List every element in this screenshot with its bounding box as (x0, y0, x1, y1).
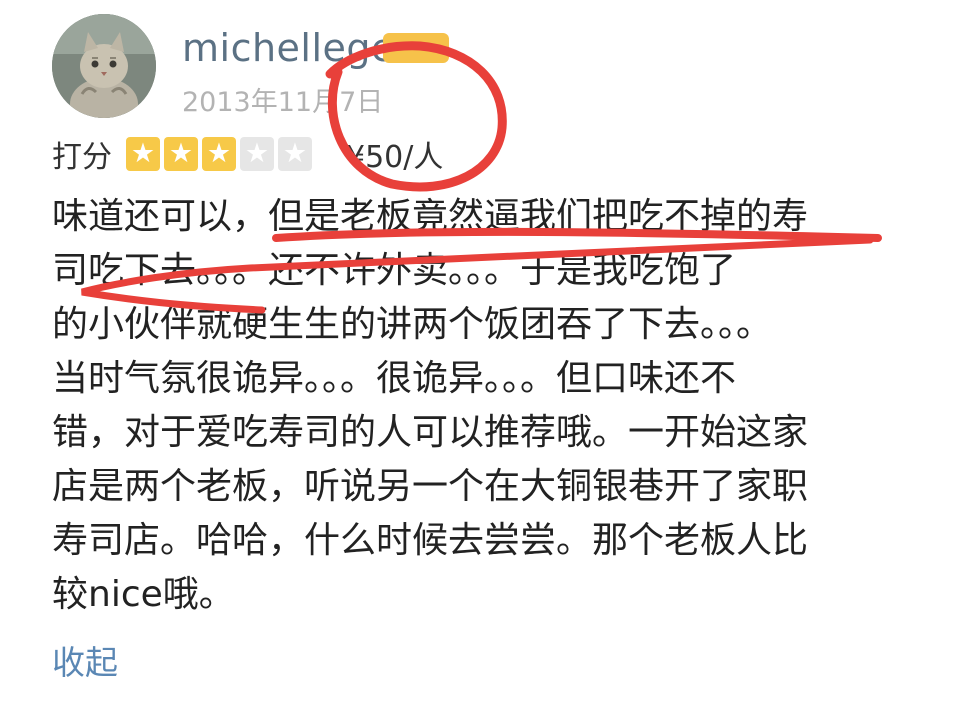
price-per-person: ¥50/人 (346, 140, 444, 175)
cat-avatar-image (52, 14, 156, 118)
review-text-line: 寿司店。哈哈，什么时候去尝尝。那个老板人比 (52, 520, 809, 561)
star-icon: ★ (126, 137, 160, 171)
review-date: 2013年11月7日 (182, 87, 384, 118)
username[interactable]: michellege (182, 26, 395, 70)
collapse-button[interactable]: 收起 (52, 636, 118, 684)
review-card: michellege 2013年11月7日 打分 ★ ★ ★ ★ ★ ¥50/人… (0, 0, 964, 726)
review-text-line: 司吃下去。。。还不许外卖。。。于是我吃饱了 (52, 250, 737, 291)
review-text-line: 的小伙伴就硬生生的讲两个饭团吞了下去。。。 (52, 304, 773, 345)
star-icon: ★ (240, 137, 274, 171)
review-text-line: 当时气氛很诡异。。。很诡异。。。但口味还不 (52, 358, 737, 399)
user-level-badge (383, 33, 449, 63)
star-icon: ★ (164, 137, 198, 171)
rating-row: 打分 ★ ★ ★ ★ ★ ¥50/人 (52, 134, 444, 175)
review-text-line: 较nice哦。 (52, 574, 235, 615)
review-text-line: 味道还可以，但是老板竟然逼我们把吃不掉的寿 (52, 196, 809, 237)
review-text-line: 错，对于爱吃寿司的人可以推荐哦。一开始这家 (52, 412, 809, 453)
star-icon: ★ (202, 137, 236, 171)
review-text-line: 店是两个老板，听说另一个在大铜银巷开了家职 (52, 466, 809, 507)
star-icon: ★ (278, 137, 312, 171)
review-text: 味道还可以，但是老板竟然逼我们把吃不掉的寿 司吃下去。。。还不许外卖。。。于是我… (52, 190, 892, 622)
user-avatar[interactable] (52, 14, 156, 118)
rating-label: 打分 (52, 140, 112, 175)
star-rating: ★ ★ ★ ★ ★ (126, 137, 312, 171)
